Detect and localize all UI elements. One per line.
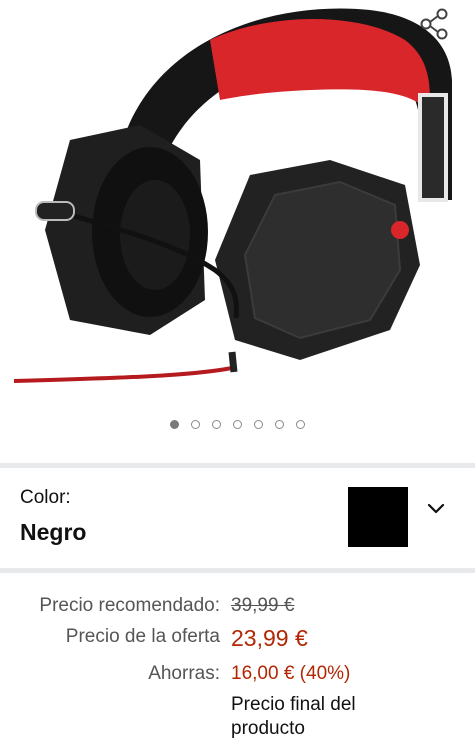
carousel-dot[interactable] (296, 420, 305, 429)
list-price-label: Precio recomendado: (39, 595, 220, 616)
chevron-down-icon[interactable] (424, 497, 448, 521)
headset-mic-tip (35, 201, 75, 221)
share-icon[interactable] (414, 4, 454, 44)
product-image-gallery[interactable] (0, 0, 475, 455)
section-divider (0, 568, 475, 573)
carousel-dot[interactable] (275, 420, 284, 429)
deal-price-value: 23,99 € (231, 625, 308, 651)
list-price-value: 39,99 € (231, 595, 295, 616)
headset-logo (391, 221, 409, 239)
color-swatch[interactable] (348, 487, 408, 547)
savings-label: Ahorras: (148, 663, 220, 684)
carousel-dot[interactable] (191, 420, 200, 429)
carousel-dot[interactable] (254, 420, 263, 429)
image-carousel-dots (0, 420, 475, 434)
product-image[interactable] (0, 0, 475, 400)
color-value: Negro (20, 519, 87, 545)
carousel-dot[interactable] (212, 420, 221, 429)
savings-value: 16,00 € (40%) (231, 663, 351, 684)
carousel-dot[interactable] (233, 420, 242, 429)
deal-price-label: Precio de la oferta (65, 626, 220, 647)
headset-cable-strain (228, 351, 238, 373)
headset-slider-right (418, 93, 448, 202)
section-divider (0, 463, 475, 468)
carousel-dot[interactable] (170, 420, 179, 429)
color-label: Color: (20, 487, 71, 508)
color-selector[interactable]: Color: Negro (0, 471, 475, 568)
headset-cable (13, 366, 233, 383)
price-block: Precio recomendado: 39,99 € Precio de la… (0, 575, 475, 751)
final-price-note: Precio final del producto (231, 694, 356, 739)
